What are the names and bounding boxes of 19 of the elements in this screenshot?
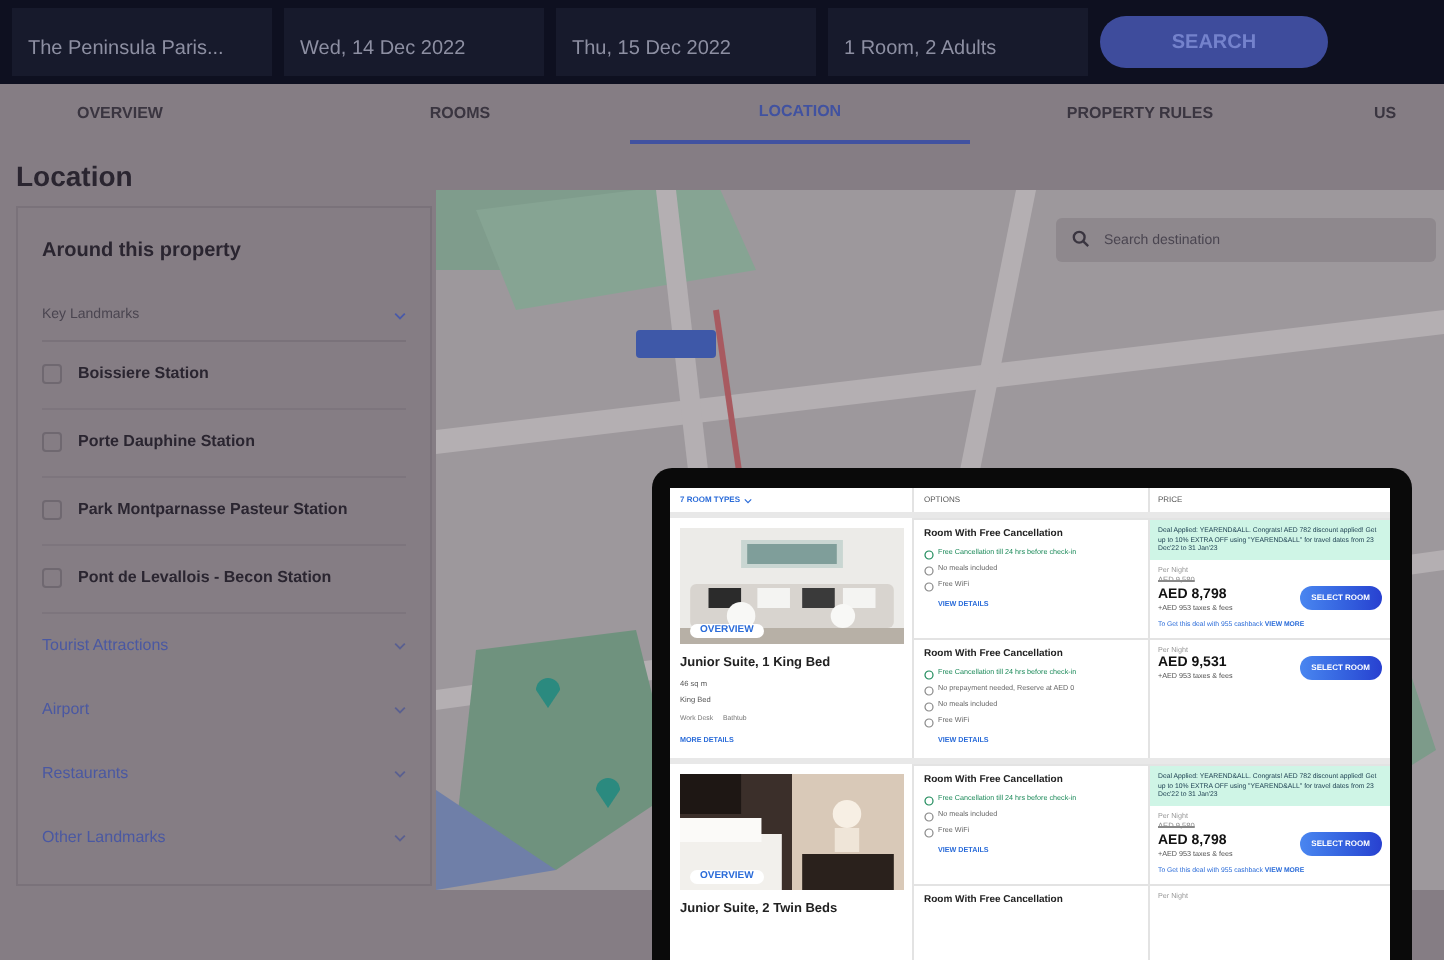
chevron-down-icon: [394, 641, 406, 649]
landmark-name: Porte Dauphine Station: [78, 430, 255, 454]
tab[interactable]: OVERVIEW: [0, 84, 290, 144]
search-field[interactable]: Thu, 15 Dec 2022: [556, 8, 816, 76]
chevron-down-icon: [394, 312, 406, 321]
chevron-down-icon: [394, 705, 406, 713]
chevron-down-icon: [394, 833, 406, 841]
search-field[interactable]: 1 Room, 2 Adults: [828, 8, 1088, 76]
search-field[interactable]: The Peninsula Paris...: [12, 8, 272, 76]
search-field[interactable]: Wed, 14 Dec 2022: [284, 8, 544, 76]
chevron-down-icon: [394, 769, 406, 777]
tab[interactable]: PROPERTY RULES: [970, 84, 1310, 144]
tab[interactable]: US: [1310, 84, 1397, 144]
landmark-name: Boissiere Station: [78, 362, 209, 386]
section-title: Location: [16, 158, 135, 196]
tab[interactable]: ROOMS: [290, 84, 630, 144]
landmark-name: Pont de Levallois - Becon Station: [78, 566, 332, 590]
landmark-name: Park Montparnasse Pasteur Station: [78, 498, 348, 522]
panel-title: Around this property: [42, 238, 243, 266]
